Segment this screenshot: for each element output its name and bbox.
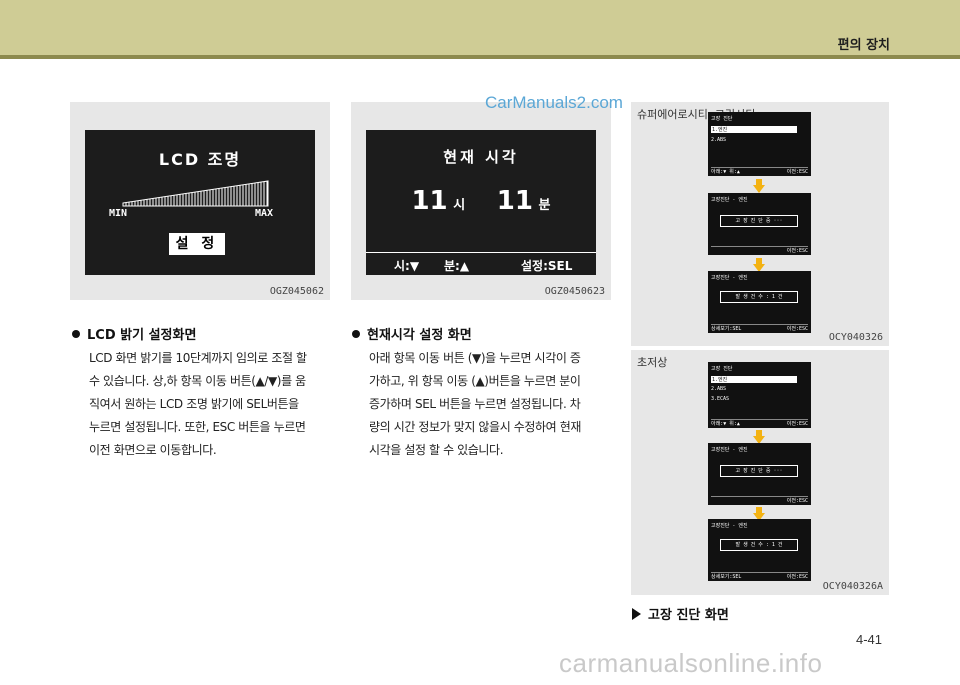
foot-right: 이전:ESC [786, 326, 808, 332]
page-section-title: 편의 장치 [837, 38, 890, 53]
body-line: LCD 화면 밝기를 10단계까지 임의로 조절 할 [89, 351, 307, 365]
bullet-icon [72, 330, 80, 338]
foot-right: 이전:ESC [711, 496, 808, 504]
diag-screen-progress: 고장진단 - 엔진 고 장 진 단 중 ··· 이전:ESC [708, 443, 811, 505]
section-title-text: 현재시각 설정 화면 [367, 328, 472, 343]
screen-title: 고장 진단 [711, 116, 733, 122]
foot-right: 이전:ESC [786, 574, 808, 580]
watermark-bottom: carmanualsonline.info [559, 648, 823, 678]
figure-code: OGZ0450623 [544, 286, 605, 297]
figure-code: OCY040326A [822, 581, 883, 592]
minute-value: 11 [496, 186, 533, 216]
foot-left: 상세보기:SEL [711, 326, 742, 332]
minute-unit: 분 [538, 198, 551, 213]
lcd-footer: 시:▼ 분:▲ 설정:SEL [366, 257, 596, 275]
figure-code: OCY040326 [828, 332, 883, 343]
figure-label: 초저상 [637, 356, 668, 369]
section-body-time: 아래 항목 이동 버튼 (▼)을 누르면 시각이 증 가하고, 위 항목 이동 … [369, 347, 581, 462]
max-label: MAX [255, 208, 274, 219]
menu-item-selected: 1.엔진 [711, 126, 797, 133]
diag-screen-menu: 고장 진단 1.엔진 2.ABS 3.ECAS 아래:▼ 위:▲ 이전:ESC [708, 362, 811, 428]
caption-text: 고장 진단 화면 [648, 608, 729, 623]
down-arrow-icon [753, 179, 765, 193]
page-number: 4-41 [856, 632, 883, 647]
time-readout: 11 시 11 분 [366, 186, 596, 216]
watermark-top: CarManuals2.com [485, 93, 623, 112]
figure-code: OGZ045062 [269, 286, 324, 297]
body-line: 누르면 설정됩니다. 또한, ESC 버튼을 누르면 [89, 420, 306, 434]
menu-item: 3.ECAS [711, 396, 730, 402]
figure-caption: 고장 진단 화면 [632, 604, 729, 623]
screen-title: 고장진단 - 엔진 [711, 447, 748, 453]
foot-minute: 분:▲ [444, 259, 470, 273]
menu-item: 2.ABS [711, 386, 727, 392]
set-button: 설 정 [169, 233, 225, 255]
screen-footer: 상세보기:SEL 이전:ESC [711, 324, 808, 332]
body-line: 수 있습니다. 상,하 항목 이동 버튼(▲/▼)를 움 [89, 374, 306, 388]
diag-screen-result: 고장진단 - 엔진 발 생 건 수 : 1 건 상세보기:SEL 이전:ESC [708, 519, 811, 581]
header-band [0, 0, 960, 56]
section-title-text: LCD 밝기 설정화면 [87, 328, 197, 343]
screen-title: 고장 진단 [711, 366, 733, 372]
section-title-lcd: LCD 밝기 설정화면 [72, 324, 196, 343]
header-rule [0, 55, 960, 59]
screen-title: 고장진단 - 엔진 [711, 275, 748, 281]
menu-item-selected: 1.엔진 [711, 376, 797, 383]
lcd-title: 현재 시각 [443, 148, 519, 166]
progress-box: 고 장 진 단 중 ··· [720, 465, 798, 477]
section-body-lcd: LCD 화면 밝기를 10단계까지 임의로 조절 할 수 있습니다. 상,하 항… [89, 347, 307, 462]
hour-value: 11 [411, 186, 448, 216]
screen-footer: 상세보기:SEL 이전:ESC [711, 572, 808, 580]
lcd-divider [366, 252, 596, 253]
diag-screen-menu: 고장 진단 1.엔진 2.ABS 아래:▼ 위:▲ 이전:ESC [708, 112, 811, 176]
bullet-icon [352, 330, 360, 338]
diag-screen-progress: 고장진단 - 엔진 고 장 진 단 중 ··· 이전:ESC [708, 193, 811, 255]
section-title-time: 현재시각 설정 화면 [352, 324, 472, 343]
lcd-brightness-screen: LCD 조명 MIN MAX 설 정 [85, 130, 315, 275]
result-box: 발 생 건 수 : 1 건 [720, 291, 798, 303]
progress-box: 고 장 진 단 중 ··· [720, 215, 798, 227]
screen-title: 고장진단 - 엔진 [711, 523, 748, 529]
screen-footer: 아래:▼ 위:▲ 이전:ESC [711, 419, 808, 427]
menu-item: 2.ABS [711, 137, 727, 143]
foot-set: 설정:SEL [521, 259, 573, 273]
body-line: 직여서 원하는 LCD 조명 밝기에 SEL버튼을 [89, 397, 299, 411]
body-line: 가하고, 위 항목 이동 (▲)버튼을 누르면 분이 [369, 374, 581, 388]
caption-triangle-icon [632, 608, 641, 620]
body-line: 증가하며 SEL 버튼을 누르면 설정됩니다. 차 [369, 397, 581, 411]
diag-screen-result: 고장진단 - 엔진 발 생 건 수 : 1 건 상세보기:SEL 이전:ESC [708, 271, 811, 333]
screen-title: 고장진단 - 엔진 [711, 197, 748, 203]
body-line: 아래 항목 이동 버튼 (▼)을 누르면 시각이 증 [369, 351, 581, 365]
body-line: 시각을 설정 할 수 있습니다. [369, 443, 504, 457]
hour-unit: 시 [453, 198, 466, 213]
foot-left: 상세보기:SEL [711, 574, 742, 580]
foot-left: 아래:▼ 위:▲ [711, 421, 740, 427]
min-label: MIN [109, 208, 128, 219]
foot-hour: 시:▼ [394, 259, 420, 273]
lcd-time-screen: 현재 시각 11 시 11 분 시:▼ 분:▲ 설정:SEL [366, 130, 596, 275]
body-line: 량의 시간 정보가 맞지 않을시 수정하여 현재 [369, 420, 582, 434]
body-line: 이전 화면으로 이동합니다. [89, 443, 217, 457]
foot-right: 이전:ESC [786, 421, 808, 427]
foot-left: 아래:▼ 위:▲ [711, 169, 740, 175]
screen-footer: 아래:▼ 위:▲ 이전:ESC [711, 167, 808, 175]
result-box: 발 생 건 수 : 1 건 [720, 539, 798, 551]
foot-right: 이전:ESC [711, 246, 808, 254]
foot-right: 이전:ESC [786, 169, 808, 175]
